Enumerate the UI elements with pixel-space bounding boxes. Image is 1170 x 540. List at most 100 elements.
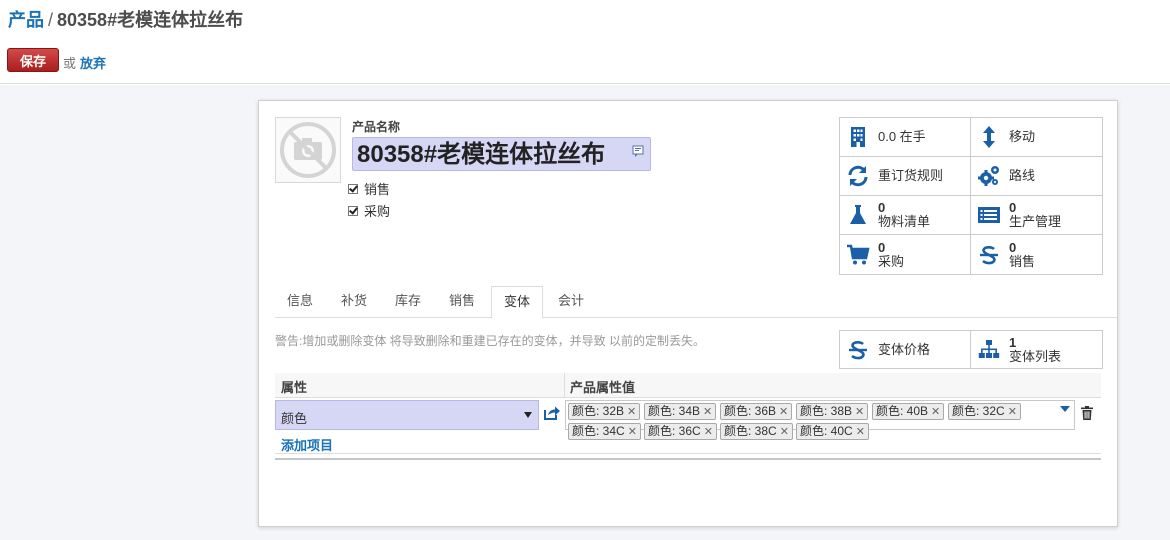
or-text: 或	[63, 56, 77, 71]
dollar-icon	[980, 245, 998, 264]
tag-label: 颜色: 38B	[800, 404, 853, 418]
sale-ok-row[interactable]: 销售	[348, 179, 390, 198]
purchases-count: 0	[878, 239, 886, 255]
breadcrumb-products-link[interactable]: 产品	[8, 10, 44, 30]
remove-tag-icon[interactable]: ✕	[628, 426, 637, 438]
variant-list-label: 变体列表	[1009, 348, 1062, 364]
attribute-value-tag: 颜色: 34B ✕	[644, 403, 717, 420]
manufacturing-button[interactable]: 0 生产管理	[971, 196, 1102, 235]
trash-icon[interactable]	[1081, 406, 1093, 420]
on-hand-label: 0.0 在手	[878, 129, 926, 144]
table-header: 属性 产品属性值	[275, 373, 1101, 398]
moves-label: 移动	[1009, 129, 1036, 144]
tag-label: 颜色: 32B	[572, 404, 625, 418]
variant-warning: 警告:增加或删除变体 将导致删除和重建已存在的变体，并导致 以前的定制丢失。	[275, 334, 706, 348]
attribute-value-tag: 颜色: 36C ✕	[644, 423, 717, 440]
routes-label: 路线	[1009, 168, 1036, 183]
sales-count: 0	[1009, 239, 1017, 255]
sale-ok-label: 销售	[364, 182, 391, 197]
manufacturing-count: 0	[1009, 200, 1017, 215]
tab-info[interactable]: 信息	[275, 286, 325, 318]
attribute-value-tag: 颜色: 38B ✕	[796, 403, 869, 420]
purchase-ok-label: 采购	[364, 204, 391, 219]
header-divider	[564, 373, 565, 398]
remove-tag-icon[interactable]: ✕	[779, 406, 788, 418]
product-image[interactable]	[275, 117, 341, 183]
save-button[interactable]: 保存	[7, 48, 59, 72]
purchase-ok-checkbox[interactable]	[348, 205, 358, 216]
breadcrumb-current: 80358#老模连体拉丝布	[57, 10, 244, 30]
translate-flag-icon[interactable]	[632, 144, 646, 158]
header-attribute-values[interactable]: 产品属性值	[570, 377, 635, 396]
attribute-select[interactable]: 颜色	[275, 400, 539, 430]
arrows-vertical-icon	[983, 126, 995, 148]
product-name-value: 80358#老模连体拉丝布	[357, 141, 606, 168]
tag-label: 颜色: 34B	[648, 404, 701, 418]
tag-label: 颜色: 38C	[724, 424, 777, 438]
tab-variants[interactable]: 变体	[491, 286, 544, 319]
moves-button[interactable]: 移动	[971, 118, 1102, 157]
bom-button[interactable]: 0 物料清单	[840, 196, 971, 235]
purchase-ok-row[interactable]: 采购	[348, 201, 390, 220]
shopping-cart-icon	[847, 244, 870, 264]
sales-button[interactable]: 0 销售	[971, 235, 1102, 274]
attribute-value-tag: 颜色: 32C ✕	[948, 403, 1021, 420]
smart-buttons: 0.0 在手 移动 重订货规则 路线 0 物料清单 0 生产管理 0 采购 0 销售	[839, 117, 1103, 275]
remove-tag-icon[interactable]: ✕	[780, 426, 789, 438]
variant-prices-label: 变体价格	[878, 341, 931, 357]
tag-label: 颜色: 40C	[800, 424, 853, 438]
table-footer	[275, 454, 1101, 460]
variant-smart-buttons: 变体价格 1 变体列表	[839, 330, 1103, 369]
attribute-value-tag: 颜色: 40B ✕	[872, 403, 945, 420]
add-item-link[interactable]: 添加项目	[281, 435, 333, 454]
camera-placeholder-icon	[280, 122, 336, 178]
remove-tag-icon[interactable]: ✕	[931, 406, 940, 418]
refresh-icon	[848, 165, 868, 187]
routes-button[interactable]: 路线	[971, 157, 1102, 196]
flask-icon	[850, 205, 866, 224]
remove-tag-icon[interactable]: ✕	[627, 406, 636, 418]
attribute-value-tag: 颜色: 34C ✕	[568, 423, 641, 440]
variant-prices-button[interactable]: 变体价格	[840, 331, 971, 368]
header-attribute[interactable]: 属性	[281, 377, 307, 396]
tag-label: 颜色: 36B	[724, 404, 777, 418]
attribute-lines-table: 属性 产品属性值 颜色 颜色: 32B ✕ 颜色: 34B ✕ 颜色: 36B ✕ 颜…	[275, 373, 1101, 460]
reorder-rules-button[interactable]: 重订货规则	[840, 157, 971, 196]
purchases-label: 采购	[878, 253, 905, 269]
tag-label: 颜色: 40B	[876, 404, 929, 418]
external-link-icon[interactable]	[543, 404, 561, 422]
tags-dropdown-icon[interactable]	[1060, 406, 1070, 412]
notebook-tabs: 信息 补货 库存 销售 变体 会计	[275, 286, 1117, 319]
manufacturing-label: 生产管理	[1009, 214, 1062, 229]
discard-link[interactable]: 放弃	[80, 53, 106, 72]
attribute-value-tag: 颜色: 32B ✕	[568, 403, 641, 420]
sale-ok-checkbox[interactable]	[348, 183, 358, 194]
sitemap-icon	[978, 339, 1000, 358]
breadcrumb-separator: /	[48, 10, 54, 30]
tag-label: 颜色: 32C	[952, 404, 1005, 418]
purchases-button[interactable]: 0 采购	[840, 235, 971, 274]
tag-label: 颜色: 34C	[572, 424, 625, 438]
attribute-value-tag: 颜色: 36B ✕	[720, 403, 793, 420]
attribute-select-value: 颜色	[281, 411, 308, 426]
building-icon	[851, 127, 865, 147]
on-hand-button[interactable]: 0.0 在手	[840, 118, 971, 157]
tab-replenishment[interactable]: 补货	[329, 286, 379, 318]
table-row: 颜色 颜色: 32B ✕ 颜色: 34B ✕ 颜色: 36B ✕ 颜色: 38B ✕ 颜…	[275, 398, 1101, 454]
breadcrumb: 产品/80358#老模连体拉丝布	[8, 6, 243, 32]
product-name-input[interactable]: 80358#老模连体拉丝布	[352, 137, 651, 171]
bom-label: 物料清单	[878, 214, 931, 229]
attribute-values-tags[interactable]: 颜色: 32B ✕ 颜色: 34B ✕ 颜色: 36B ✕ 颜色: 38B ✕ 颜色: …	[565, 400, 1075, 440]
attribute-value-tag: 颜色: 38C ✕	[720, 423, 793, 440]
remove-tag-icon[interactable]: ✕	[855, 406, 864, 418]
variant-list-button[interactable]: 1 变体列表	[971, 331, 1102, 368]
remove-tag-icon[interactable]: ✕	[704, 426, 713, 438]
tab-inventory[interactable]: 库存	[383, 286, 433, 318]
remove-tag-icon[interactable]: ✕	[703, 406, 712, 418]
tab-sales[interactable]: 销售	[437, 286, 487, 318]
gears-icon	[978, 166, 999, 186]
remove-tag-icon[interactable]: ✕	[856, 426, 865, 438]
remove-tag-icon[interactable]: ✕	[1008, 406, 1017, 418]
dropdown-arrow-icon[interactable]	[524, 412, 532, 418]
tab-accounting[interactable]: 会计	[546, 286, 596, 318]
